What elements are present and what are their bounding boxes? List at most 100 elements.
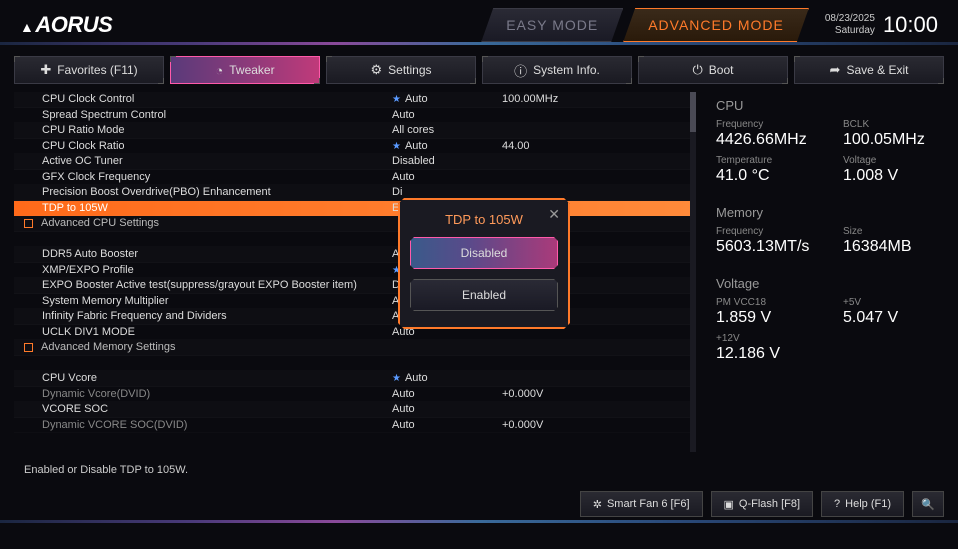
- setting-row[interactable]: Infinity Fabric Frequency and DividersAu…: [14, 309, 696, 325]
- advanced-mode-tab[interactable]: ADVANCED MODE: [623, 8, 809, 42]
- easy-mode-tab[interactable]: EASY MODE: [481, 8, 623, 42]
- help-button[interactable]: ?Help (F1): [821, 491, 904, 517]
- setting-value: Di: [392, 186, 502, 198]
- star-icon: ★: [392, 94, 401, 105]
- pm-value: 1.859 V: [716, 309, 813, 327]
- star-icon: ★: [392, 141, 401, 152]
- setting-extra: 44.00: [502, 140, 530, 152]
- tdp-modal: ✕ TDP to 105W Disabled Enabled: [398, 198, 570, 329]
- disabled-option[interactable]: Disabled: [410, 237, 558, 269]
- gear-icon: ⚙: [370, 62, 382, 78]
- setting-label: Active OC Tuner: [42, 155, 392, 167]
- scrollbar-thumb[interactable]: [690, 92, 696, 132]
- cpu-temp-value: 41.0 °C: [716, 167, 813, 185]
- clock-time: 10:00: [883, 12, 938, 38]
- cpu-temp-label: Temperature: [716, 155, 813, 166]
- settings-list: CPU Clock Control★Auto100.00MHzSpread Sp…: [14, 92, 696, 452]
- modal-title: TDP to 105W: [400, 200, 568, 237]
- setting-label: EXPO Booster Active test(suppress/grayou…: [42, 279, 392, 291]
- setting-value: Auto: [392, 403, 502, 415]
- bclk-label: BCLK: [843, 119, 940, 130]
- setting-value: Auto: [392, 109, 502, 121]
- save-exit-tab[interactable]: ➦Save & Exit: [794, 56, 944, 84]
- setting-value: Auto: [392, 388, 502, 400]
- clock: 08/23/2025Saturday: [825, 13, 875, 37]
- pm-label: PM VCC18: [716, 297, 813, 308]
- setting-row[interactable]: DDR5 Auto BoosterA: [14, 247, 696, 263]
- flash-icon: ▣: [724, 498, 734, 511]
- setting-row[interactable]: Precision Boost Overdrive(PBO) Enhanceme…: [14, 185, 696, 201]
- info-icon: ⓘ: [514, 61, 527, 80]
- smart-fan-button[interactable]: ✲Smart Fan 6 [F6]: [580, 491, 703, 517]
- setting-label: CPU Vcore: [42, 372, 392, 384]
- qflash-button[interactable]: ▣Q-Flash [F8]: [711, 491, 814, 517]
- help-icon: ?: [834, 498, 840, 510]
- setting-row[interactable]: [14, 232, 696, 248]
- setting-value: ★Auto: [392, 140, 502, 152]
- setting-label: CPU Clock Ratio: [42, 140, 392, 152]
- setting-row[interactable]: System Memory MultiplierA: [14, 294, 696, 310]
- setting-row[interactable]: Dynamic VCORE SOC(DVID)Auto+0.000V: [14, 418, 696, 434]
- scrollbar[interactable]: [690, 92, 696, 452]
- tweaker-tab[interactable]: ◔Tweaker: [170, 56, 320, 84]
- aorus-logo: AORUS: [20, 12, 481, 38]
- mem-size-value: 16384MB: [843, 238, 940, 256]
- setting-row[interactable]: Spread Spectrum ControlAuto: [14, 108, 696, 124]
- boot-tab[interactable]: ⏻Boot: [638, 56, 788, 84]
- enabled-option[interactable]: Enabled: [410, 279, 558, 311]
- mem-freq-label: Frequency: [716, 226, 813, 237]
- fan-icon: ✲: [593, 498, 602, 511]
- favorites-tab[interactable]: ✚Favorites (F11): [14, 56, 164, 84]
- setting-label: DDR5 Auto Booster: [42, 248, 392, 260]
- setting-label: VCORE SOC: [42, 403, 392, 415]
- setting-row[interactable]: CPU Ratio ModeAll cores: [14, 123, 696, 139]
- setting-label: Advanced CPU Settings: [42, 217, 392, 229]
- setting-row[interactable]: Dynamic Vcore(DVID)Auto+0.000V: [14, 387, 696, 403]
- setting-row[interactable]: XMP/EXPO Profile★D: [14, 263, 696, 279]
- p5v-value: 5.047 V: [843, 309, 940, 327]
- cpu-section-title: CPU: [716, 98, 940, 113]
- setting-row[interactable]: CPU Vcore★Auto: [14, 371, 696, 387]
- setting-value: Auto: [392, 419, 502, 431]
- setting-value: All cores: [392, 124, 502, 136]
- setting-row[interactable]: CPU Clock Ratio★Auto44.00: [14, 139, 696, 155]
- setting-row[interactable]: GFX Clock FrequencyAuto: [14, 170, 696, 186]
- settings-tab[interactable]: ⚙Settings: [326, 56, 476, 84]
- setting-label: GFX Clock Frequency: [42, 171, 392, 183]
- setting-label: CPU Clock Control: [42, 93, 392, 105]
- star-icon: ✚: [40, 62, 51, 78]
- search-button[interactable]: 🔍: [912, 491, 944, 517]
- system-info-tab[interactable]: ⓘSystem Info.: [482, 56, 632, 84]
- setting-row[interactable]: UCLK DIV1 MODEAuto: [14, 325, 696, 341]
- cpu-freq-value: 4426.66MHz: [716, 131, 813, 149]
- gauge-icon: ◔: [215, 63, 223, 78]
- p5v-label: +5V: [843, 297, 940, 308]
- exit-icon: ➦: [830, 62, 841, 78]
- setting-label: CPU Ratio Mode: [42, 124, 392, 136]
- setting-label: Spread Spectrum Control: [42, 109, 392, 121]
- cpu-volt-label: Voltage: [843, 155, 940, 166]
- cpu-freq-label: Frequency: [716, 119, 813, 130]
- memory-section-title: Memory: [716, 205, 940, 220]
- setting-value: ★Auto: [392, 93, 502, 105]
- star-icon: ★: [392, 373, 401, 384]
- setting-row[interactable]: [14, 356, 696, 372]
- setting-row[interactable]: EXPO Booster Active test(suppress/grayou…: [14, 278, 696, 294]
- setting-row[interactable]: Advanced Memory Settings: [14, 340, 696, 356]
- p12v-value: 12.186 V: [716, 345, 813, 363]
- setting-label: Dynamic VCORE SOC(DVID): [42, 419, 392, 431]
- setting-label: Infinity Fabric Frequency and Dividers: [42, 310, 392, 322]
- cpu-volt-value: 1.008 V: [843, 167, 940, 185]
- setting-row[interactable]: Advanced CPU Settings: [14, 216, 696, 232]
- setting-value: Disabled: [392, 155, 502, 167]
- setting-label: Dynamic Vcore(DVID): [42, 388, 392, 400]
- setting-row[interactable]: VCORE SOCAuto: [14, 402, 696, 418]
- mem-freq-value: 5603.13MT/s: [716, 238, 813, 256]
- setting-row[interactable]: Active OC TunerDisabled: [14, 154, 696, 170]
- setting-row[interactable]: TDP to 105WE: [14, 201, 696, 217]
- close-icon[interactable]: ✕: [548, 206, 560, 223]
- setting-label: Advanced Memory Settings: [42, 341, 392, 353]
- setting-extra: +0.000V: [502, 388, 543, 400]
- setting-extra: 100.00MHz: [502, 93, 558, 105]
- setting-row[interactable]: CPU Clock Control★Auto100.00MHz: [14, 92, 696, 108]
